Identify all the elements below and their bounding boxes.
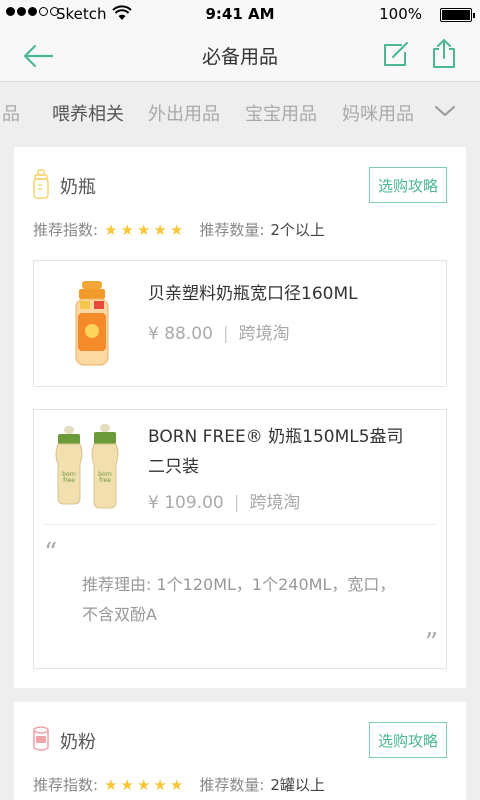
formula-can-icon bbox=[33, 726, 49, 751]
buying-guide-button[interactable]: 选购攻略 bbox=[369, 167, 447, 203]
product-name: BORN FREE® 奶瓶150ML5盎司二只装 bbox=[148, 427, 404, 477]
star-icon: ★ bbox=[169, 775, 184, 794]
svg-text:free: free bbox=[63, 477, 75, 484]
battery-percent: 100% bbox=[379, 5, 422, 23]
svg-text:free: free bbox=[99, 477, 111, 484]
star-icon: ★ bbox=[153, 775, 167, 794]
qty-value: 2罐以上 bbox=[270, 776, 325, 794]
rating-label: 推荐指数: bbox=[33, 776, 99, 794]
rating-stars: ★ ★ ★ ★ ★ bbox=[104, 221, 183, 239]
chevron-down-icon[interactable] bbox=[432, 101, 458, 121]
rating-stars: ★ ★ ★ ★ ★ bbox=[104, 776, 183, 794]
product-source: 跨境淘 bbox=[238, 324, 290, 344]
product-meta: ¥ 109.00 | 跨境淘 bbox=[148, 493, 301, 513]
recommend-row: 推荐指数: ★ ★ ★ ★ ★ 推荐数量: 2个以上 bbox=[33, 219, 325, 240]
share-icon[interactable] bbox=[430, 38, 458, 70]
product-name: 贝亲塑料奶瓶宽口径160ML bbox=[148, 284, 358, 304]
recommend-reason: 推荐理由: 1个120ML，1个240ML，宽口，不含双酚A bbox=[82, 575, 396, 624]
star-icon: ★ bbox=[104, 775, 118, 794]
category-name: 奶瓶 bbox=[60, 177, 96, 198]
tab-supplies[interactable]: 用品 bbox=[0, 100, 20, 126]
category-tabs: 用品 喂养相关 外出用品 宝宝用品 妈咪用品 bbox=[0, 83, 480, 140]
star-icon: ★ bbox=[104, 220, 118, 239]
buying-guide-button[interactable]: 选购攻略 bbox=[369, 722, 447, 758]
product-card[interactable]: 贝亲塑料奶瓶宽口径160ML ¥ 88.00 | 跨境淘 bbox=[33, 260, 447, 387]
star-icon: ★ bbox=[153, 220, 167, 239]
qty-label: 推荐数量: bbox=[199, 776, 265, 794]
product-price: ¥ 109.00 bbox=[148, 493, 224, 513]
qty-value: 2个以上 bbox=[270, 221, 325, 239]
tab-outing[interactable]: 外出用品 bbox=[148, 100, 220, 126]
product-meta: ¥ 88.00 | 跨境淘 bbox=[148, 324, 290, 344]
divider bbox=[44, 524, 436, 525]
product-card[interactable]: born free born free BORN FREE® 奶瓶150ML5盎… bbox=[33, 409, 447, 669]
recommend-row: 推荐指数: ★ ★ ★ ★ ★ 推荐数量: 2罐以上 bbox=[33, 774, 325, 795]
tab-baby[interactable]: 宝宝用品 bbox=[245, 100, 317, 126]
product-image bbox=[75, 281, 109, 366]
bottle-icon bbox=[33, 169, 49, 199]
star-icon: ★ bbox=[120, 775, 134, 794]
category-name: 奶粉 bbox=[60, 732, 96, 753]
category-card-bottle: 奶瓶 选购攻略 推荐指数: ★ ★ ★ ★ ★ 推荐数量: 2个以上 贝亲塑料奶… bbox=[14, 147, 466, 688]
tab-mommy[interactable]: 妈咪用品 bbox=[342, 100, 414, 126]
close-quote-icon: ” bbox=[424, 628, 438, 658]
tab-feeding[interactable]: 喂养相关 bbox=[52, 100, 124, 126]
open-quote-icon: “ bbox=[44, 538, 58, 568]
category-card-formula: 奶粉 选购攻略 推荐指数: ★ ★ ★ ★ ★ 推荐数量: 2罐以上 bbox=[14, 702, 466, 800]
product-price: ¥ 88.00 bbox=[148, 324, 213, 344]
rating-label: 推荐指数: bbox=[33, 221, 99, 239]
product-image: born free born free bbox=[55, 424, 119, 509]
edit-icon[interactable] bbox=[382, 40, 410, 70]
star-icon: ★ bbox=[136, 775, 151, 794]
star-icon: ★ bbox=[169, 220, 184, 239]
product-source: 跨境淘 bbox=[249, 493, 301, 513]
nav-bar: 必备用品 bbox=[0, 30, 480, 82]
star-icon: ★ bbox=[136, 220, 151, 239]
qty-label: 推荐数量: bbox=[199, 221, 265, 239]
star-icon: ★ bbox=[120, 220, 134, 239]
battery-icon bbox=[440, 8, 475, 22]
status-bar: Sketch 9:41 AM 100% bbox=[0, 0, 480, 30]
